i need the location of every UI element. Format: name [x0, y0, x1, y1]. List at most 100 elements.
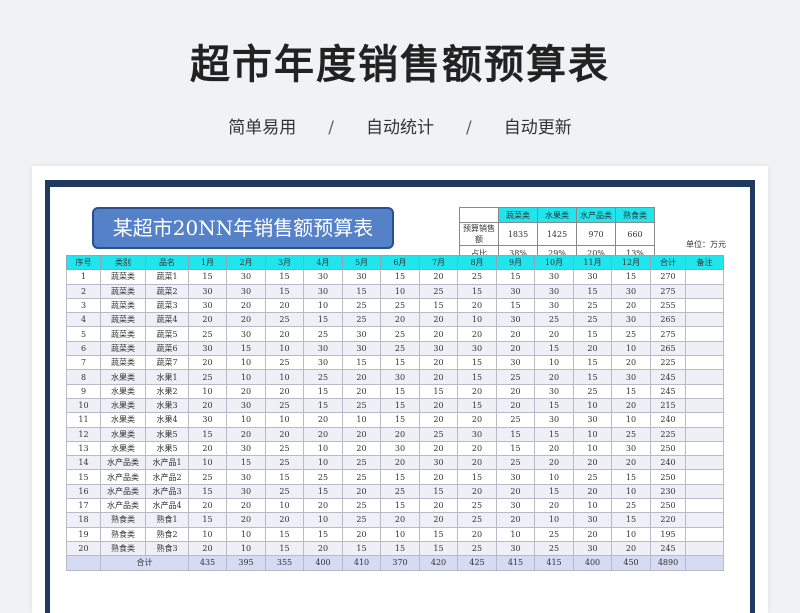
table-cell[interactable]: 19: [66, 526, 101, 542]
footer-total-cell[interactable]: 450: [611, 555, 651, 571]
summary-cell[interactable]: 1425: [537, 222, 577, 246]
table-cell[interactable]: 250: [650, 498, 686, 514]
table-cell[interactable]: 10: [265, 369, 304, 385]
table-cell[interactable]: 20: [419, 326, 458, 342]
table-cell[interactable]: 25: [573, 469, 612, 485]
table-cell[interactable]: 20: [380, 455, 420, 471]
table-cell[interactable]: 15: [303, 397, 343, 414]
column-header[interactable]: 1月: [188, 254, 227, 271]
table-cell[interactable]: 240: [650, 455, 686, 471]
table-cell[interactable]: 15: [419, 540, 458, 557]
table-cell[interactable]: 15: [265, 526, 304, 542]
table-cell[interactable]: 水果1: [145, 369, 189, 385]
table-cell[interactable]: 25: [419, 426, 458, 442]
table-cell[interactable]: 10: [380, 283, 420, 299]
table-cell[interactable]: [685, 283, 724, 299]
table-cell[interactable]: 15: [496, 440, 535, 457]
table-cell[interactable]: 15: [611, 383, 651, 399]
table-cell[interactable]: 25: [342, 455, 381, 471]
table-cell[interactable]: 15: [66, 469, 101, 485]
table-cell[interactable]: 25: [265, 483, 304, 500]
table-cell[interactable]: 20: [303, 498, 343, 514]
table-cell[interactable]: 30: [226, 326, 266, 342]
footer-total-cell[interactable]: 355: [265, 555, 304, 571]
table-cell[interactable]: 30: [457, 340, 497, 357]
table-cell[interactable]: [685, 412, 724, 428]
table-cell[interactable]: 10: [534, 512, 574, 528]
table-cell[interactable]: 20: [457, 326, 497, 342]
table-cell[interactable]: 20: [342, 440, 381, 457]
table-cell[interactable]: 10: [188, 383, 227, 399]
table-cell[interactable]: 水果类: [100, 383, 146, 399]
table-cell[interactable]: 10: [303, 455, 343, 471]
table-cell[interactable]: 25: [303, 369, 343, 385]
table-cell[interactable]: 10: [265, 340, 304, 357]
table-cell[interactable]: 蔬菜类: [100, 340, 146, 357]
table-cell[interactable]: 30: [457, 426, 497, 442]
table-cell[interactable]: 4: [66, 312, 101, 328]
table-cell[interactable]: 30: [534, 383, 574, 399]
table-cell[interactable]: 蔬菜类: [100, 355, 146, 371]
table-cell[interactable]: 20: [419, 312, 458, 328]
table-cell[interactable]: 195: [650, 526, 686, 542]
table-cell[interactable]: 15: [342, 540, 381, 557]
table-cell[interactable]: 20: [611, 540, 651, 557]
table-cell[interactable]: 20: [457, 297, 497, 314]
table-cell[interactable]: [685, 269, 724, 285]
table-cell[interactable]: 水产品类: [100, 455, 146, 471]
table-cell[interactable]: [685, 455, 724, 471]
footer-total-cell[interactable]: 415: [534, 555, 574, 571]
table-cell[interactable]: 245: [650, 540, 686, 557]
column-header[interactable]: 类别: [100, 254, 146, 271]
table-cell[interactable]: 蔬菜6: [145, 340, 189, 357]
table-cell[interactable]: 15: [534, 426, 574, 442]
table-cell[interactable]: 水产品2: [145, 469, 189, 485]
table-cell[interactable]: 水果5: [145, 440, 189, 457]
table-cell[interactable]: 30: [573, 269, 612, 285]
table-cell[interactable]: 12: [66, 426, 101, 442]
table-cell[interactable]: 15: [496, 297, 535, 314]
column-header[interactable]: 6月: [380, 254, 420, 271]
table-cell[interactable]: 30: [496, 498, 535, 514]
table-cell[interactable]: 水果3: [145, 397, 189, 414]
table-cell[interactable]: 25: [611, 326, 651, 342]
table-cell[interactable]: 蔬菜类: [100, 326, 146, 342]
table-cell[interactable]: 20: [188, 397, 227, 414]
table-cell[interactable]: 蔬菜5: [145, 326, 189, 342]
table-cell[interactable]: 15: [457, 469, 497, 485]
table-cell[interactable]: [685, 383, 724, 399]
footer-total-cell[interactable]: 410: [342, 555, 381, 571]
table-cell[interactable]: 15: [534, 397, 574, 414]
footer-total-cell[interactable]: 435: [188, 555, 227, 571]
table-cell[interactable]: 15: [496, 426, 535, 442]
table-cell[interactable]: 熟食类: [100, 540, 146, 557]
table-cell[interactable]: 15: [419, 383, 458, 399]
table-cell[interactable]: 20: [534, 369, 574, 385]
table-cell[interactable]: 30: [342, 326, 381, 342]
table-cell[interactable]: 25: [380, 297, 420, 314]
table-cell[interactable]: 20: [496, 512, 535, 528]
table-cell[interactable]: 30: [226, 440, 266, 457]
table-cell[interactable]: [685, 369, 724, 385]
table-cell[interactable]: 15: [534, 483, 574, 500]
table-cell[interactable]: 水果类: [100, 440, 146, 457]
summary-cell[interactable]: 1835: [498, 222, 538, 246]
table-cell[interactable]: 20: [611, 397, 651, 414]
column-header[interactable]: 2月: [226, 254, 266, 271]
table-cell[interactable]: 15: [380, 269, 420, 285]
table-cell[interactable]: 10: [342, 412, 381, 428]
table-cell[interactable]: 2: [66, 283, 101, 299]
table-cell[interactable]: 15: [573, 369, 612, 385]
footer-total-cell[interactable]: 420: [419, 555, 458, 571]
table-cell[interactable]: 25: [303, 326, 343, 342]
table-cell[interactable]: 17: [66, 498, 101, 514]
table-cell[interactable]: 25: [342, 397, 381, 414]
footer-total-cell[interactable]: 4890: [650, 555, 686, 571]
table-cell[interactable]: 30: [188, 297, 227, 314]
table-cell[interactable]: 20: [496, 383, 535, 399]
table-cell[interactable]: 240: [650, 412, 686, 428]
table-cell[interactable]: 30: [573, 512, 612, 528]
table-cell[interactable]: 15: [188, 269, 227, 285]
table-cell[interactable]: 30: [534, 269, 574, 285]
table-cell[interactable]: 25: [265, 397, 304, 414]
